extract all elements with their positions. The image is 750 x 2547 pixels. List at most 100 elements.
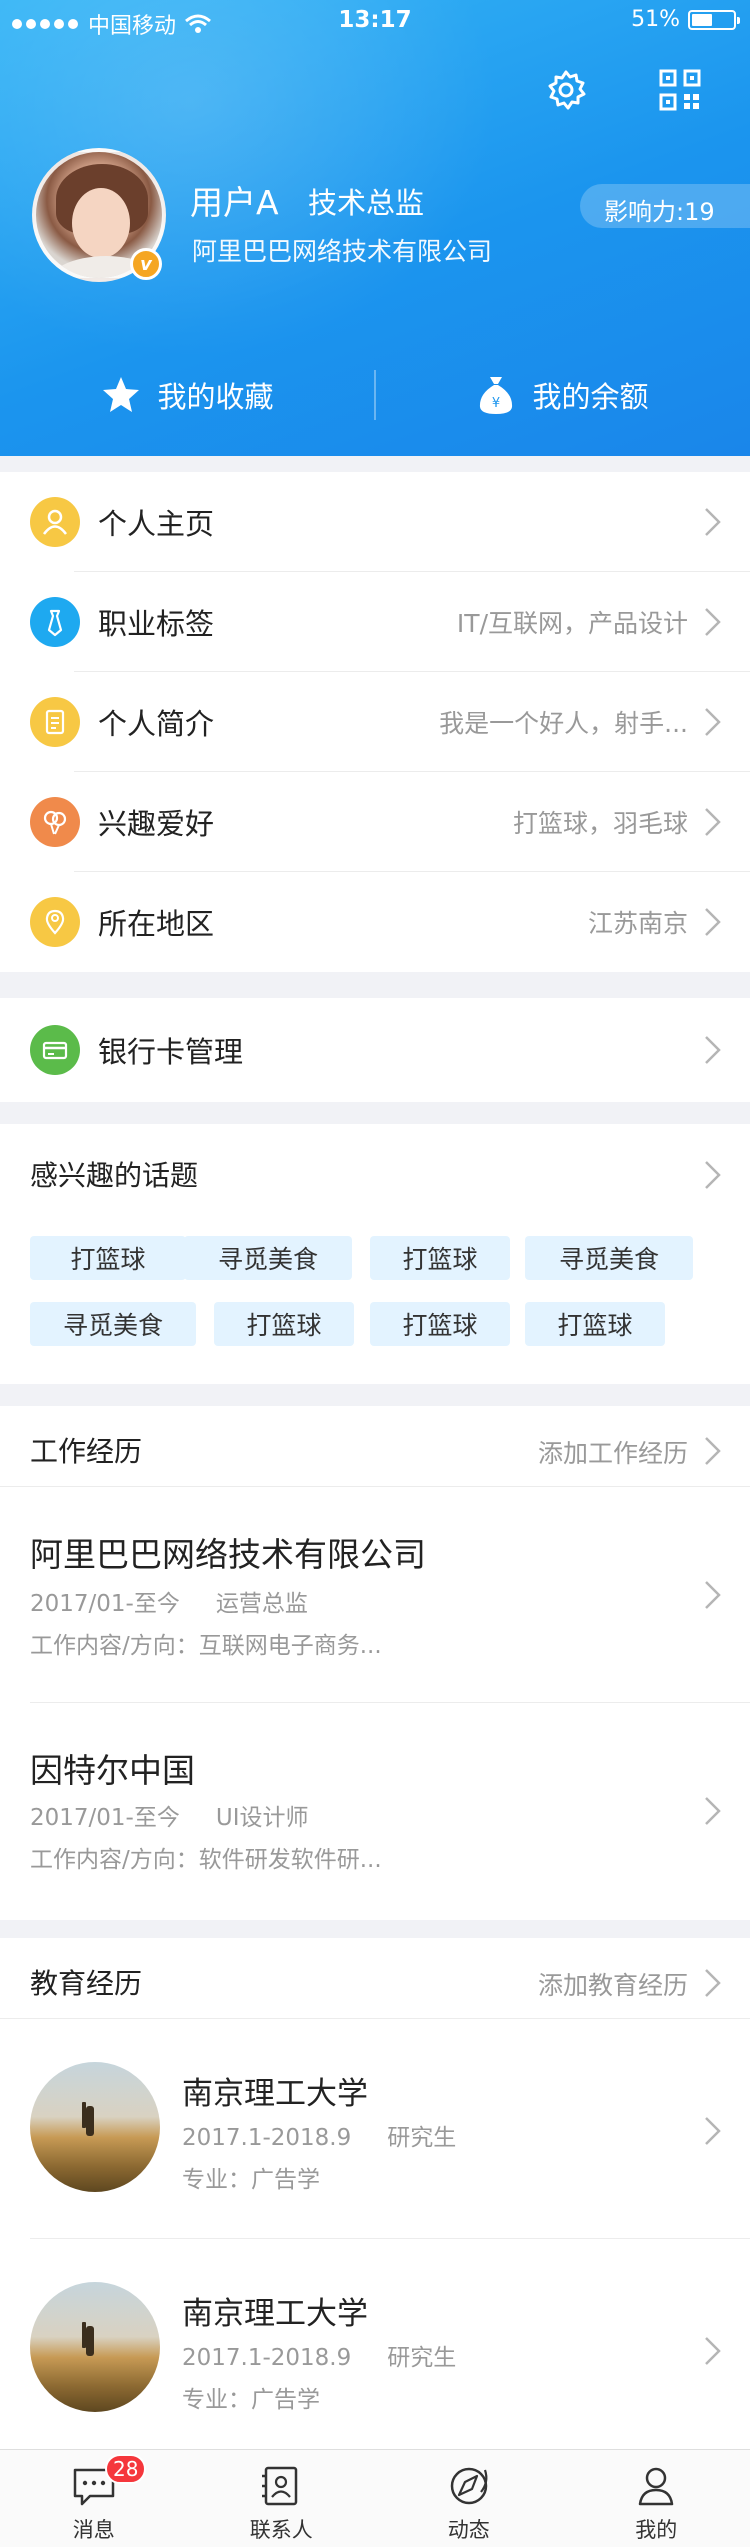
topic-tag[interactable]: 打篮球 (30, 1236, 186, 1280)
profile-row-value: 江苏南京 (587, 909, 688, 938)
topic-tag[interactable]: 打篮球 (370, 1302, 510, 1346)
topic-tag[interactable]: 打篮球 (525, 1302, 665, 1346)
profile-row-value: IT/互联网，产品设计 (456, 609, 688, 638)
balance-label: 我的余额 (532, 380, 649, 414)
topic-tag[interactable]: 寻觅美食 (525, 1236, 693, 1280)
status-bar: 中国移动 13:17 51% (0, 0, 750, 40)
work-section: 工作经历 添加工作经历 阿里巴巴网络技术有限公司 2017/01-至今 运营总监 … (0, 1406, 750, 1920)
topic-tag[interactable]: 寻觅美食 (184, 1236, 352, 1280)
money-bag-icon: ¥ (480, 377, 513, 414)
location-icon (30, 897, 80, 947)
document-icon (30, 697, 80, 747)
gear-icon[interactable] (544, 68, 588, 112)
chevron-right-icon (705, 1161, 721, 1189)
tab-label: 消息 (72, 2518, 115, 2542)
profile-row-value: 我是一个好人，射手... (439, 709, 688, 738)
balance-button[interactable]: ¥ 我的余额 (375, 360, 750, 430)
education-period: 2017.1-2018.9 (182, 2345, 352, 2371)
verified-badge: v (130, 248, 162, 280)
tab-contacts[interactable]: 联系人 (188, 2450, 376, 2547)
svg-text:¥: ¥ (492, 396, 500, 411)
profile-row-location[interactable]: 所在地区 江苏南京 (0, 872, 750, 972)
compass-icon (450, 2467, 488, 2505)
education-major: 专业：广告学 (182, 2387, 320, 2413)
quick-divider (374, 370, 376, 420)
battery-fill (692, 13, 713, 26)
add-education-button[interactable]: 添加教育经历 (538, 1966, 688, 2002)
topics-title: 感兴趣的话题 (30, 1159, 199, 1192)
topics-header[interactable]: 感兴趣的话题 (0, 1124, 750, 1224)
school-name: 南京理工大学 (182, 2076, 368, 2112)
star-icon (103, 377, 140, 412)
chevron-right-icon (705, 508, 721, 536)
battery-percent: 51% (631, 7, 680, 32)
job-role: 运营总监 (215, 1591, 308, 1617)
school-name: 南京理工大学 (182, 2296, 368, 2332)
job-meta: 2017/01-至今 运营总监 (30, 1584, 308, 1618)
chevron-right-icon (705, 608, 721, 636)
profile-row-bio[interactable]: 个人简介 我是一个好人，射手... (0, 672, 750, 772)
education-period: 2017.1-2018.9 (182, 2125, 352, 2151)
education-degree: 研究生 (387, 2125, 457, 2151)
chevron-right-icon (705, 1797, 721, 1825)
status-right: 51% (631, 7, 740, 32)
balloon-icon (30, 797, 80, 847)
profile-list: 个人主页 职业标签 IT/互联网，产品设计 个人简介 我是一个好人，射手... … (0, 472, 750, 972)
quick-actions: 我的收藏 ¥ 我的余额 (0, 360, 750, 430)
job-desc: 工作内容/方向：互联网电子商务... (30, 1633, 382, 1659)
profile-header: 中国移动 13:17 51% v 用户A 技术总监 阿里巴巴网络技术有限公司 影… (0, 0, 750, 456)
qr-code-icon[interactable] (658, 68, 702, 112)
favorites-button[interactable]: 我的收藏 (0, 360, 375, 430)
bank-card-section: 银行卡管理 (0, 998, 750, 1102)
tab-label: 联系人 (249, 2518, 313, 2542)
job-company: 因特尔中国 (30, 1751, 195, 1790)
influence-badge: 影响力:19 (580, 184, 750, 228)
bank-card-row[interactable]: 银行卡管理 (0, 1000, 750, 1100)
profile-row-label: 职业标签 (98, 607, 215, 641)
tab-me[interactable]: 我的 (563, 2450, 750, 2547)
unread-badge: 28 (105, 2454, 147, 2484)
work-title: 工作经历 (30, 1435, 143, 1468)
profile-row-hobbies[interactable]: 兴趣爱好 打篮球，羽毛球 (0, 772, 750, 872)
education-header[interactable]: 教育经历 添加教育经历 (0, 1938, 750, 2038)
education-section: 教育经历 添加教育经历 南京理工大学 2017.1-2018.9 研究生 专业：广… (0, 1938, 750, 2449)
topic-tag[interactable]: 打篮球 (370, 1236, 510, 1280)
chevron-right-icon (705, 1969, 721, 1997)
chevron-right-icon (705, 1437, 721, 1465)
profile-row-label: 个人简介 (98, 707, 215, 741)
work-header[interactable]: 工作经历 添加工作经历 (0, 1406, 750, 1506)
bank-card-icon (30, 1025, 80, 1075)
chevron-right-icon (705, 2337, 721, 2365)
person-icon (30, 497, 80, 547)
education-meta: 2017.1-2018.9 研究生 (182, 2338, 456, 2372)
tab-label: 动态 (447, 2518, 490, 2542)
job-desc: 工作内容/方向：软件研发软件研... (30, 1847, 382, 1873)
job-company: 阿里巴巴网络技术有限公司 (30, 1535, 426, 1574)
topic-tag[interactable]: 寻觅美食 (30, 1302, 196, 1346)
tab-moments[interactable]: 动态 (375, 2450, 563, 2547)
favorites-label: 我的收藏 (157, 380, 274, 414)
add-work-button[interactable]: 添加工作经历 (538, 1434, 688, 1470)
profile-row-label: 所在地区 (98, 907, 215, 941)
education-major: 专业：广告学 (182, 2167, 320, 2193)
education-degree: 研究生 (387, 2345, 457, 2371)
chevron-right-icon (705, 908, 721, 936)
user-company: 阿里巴巴网络技术有限公司 (192, 237, 493, 266)
header-actions (544, 68, 702, 112)
school-photo (30, 2282, 160, 2412)
topic-tag[interactable]: 打篮球 (214, 1302, 354, 1346)
profile-row-value: 打篮球，羽毛球 (512, 809, 688, 838)
chevron-right-icon (705, 1581, 721, 1609)
chevron-right-icon (705, 2117, 721, 2145)
profile-row-career-tag[interactable]: 职业标签 IT/互联网，产品设计 (0, 572, 750, 672)
user-icon (639, 2467, 674, 2506)
chevron-right-icon (705, 708, 721, 736)
tab-messages[interactable]: 消息 28 (0, 2450, 188, 2547)
user-title: 技术总监 (308, 186, 425, 220)
education-meta: 2017.1-2018.9 研究生 (182, 2118, 456, 2152)
profile-row-label: 兴趣爱好 (98, 807, 215, 841)
job-meta: 2017/01-至今 UI设计师 (30, 1798, 308, 1832)
school-photo (30, 2062, 160, 2192)
profile-row-homepage[interactable]: 个人主页 (0, 472, 750, 572)
tab-bar: 消息 28 联系人 动态 我的 (0, 2449, 750, 2547)
